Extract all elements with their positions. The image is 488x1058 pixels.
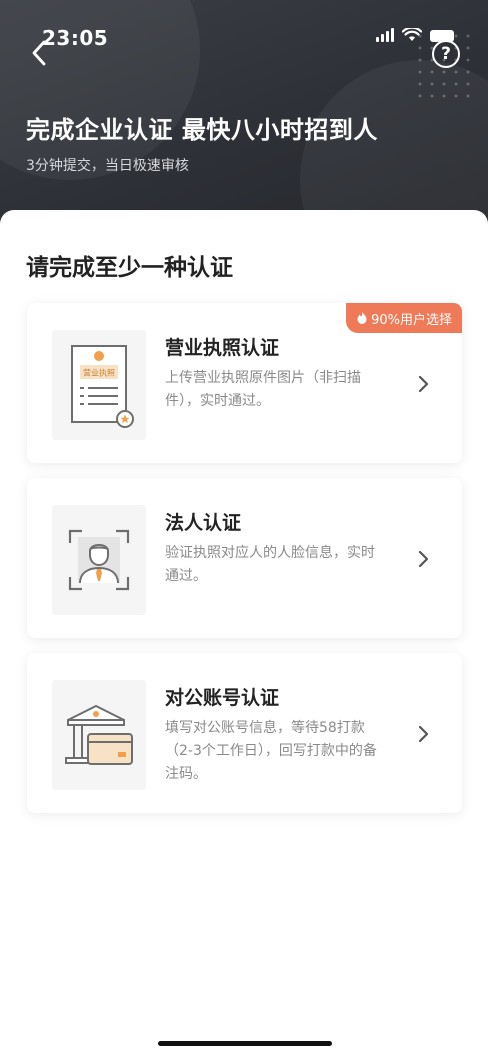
badge-text: 90%用户选择 bbox=[371, 312, 452, 328]
hero-subtitle: 3分钟提交，当日极速审核 bbox=[26, 158, 189, 174]
card-desc: 填写对公账号信息，等待58打款（2-3个工作日），回写打款中的备注码。 bbox=[165, 720, 377, 782]
bank-card-icon bbox=[65, 704, 133, 765]
chevron-right-icon bbox=[418, 725, 429, 743]
card-business-license[interactable]: 90%用户选择 营业执照 营业执照认证 上传营业执照原件图片（非扫描件），实时通… bbox=[27, 303, 462, 463]
back-icon[interactable] bbox=[28, 38, 52, 68]
card-desc: 上传营业执照原件图片（非扫描件），实时通过。 bbox=[165, 370, 361, 409]
card-title: 对公账号认证 bbox=[165, 687, 280, 709]
section-title: 请完成至少一种认证 bbox=[26, 255, 233, 281]
business-license-icon: 营业执照 bbox=[71, 345, 134, 428]
content-sheet: 请完成至少一种认证 90%用户选择 营业执照 营业执照认证 上传营业执照原件图片… bbox=[0, 210, 488, 1058]
card-desc: 验证执照对应人的人脸信息，实时通过。 bbox=[165, 545, 375, 584]
popular-badge: 90%用户选择 bbox=[346, 303, 462, 333]
help-icon[interactable]: ? bbox=[432, 40, 460, 68]
home-indicator[interactable] bbox=[158, 1041, 332, 1046]
license-label: 营业执照 bbox=[83, 368, 115, 378]
wifi-icon bbox=[402, 28, 422, 41]
card-corporate-account[interactable]: 对公账号认证 填写对公账号信息，等待58打款（2-3个工作日），回写打款中的备注… bbox=[27, 653, 462, 813]
signal-icon bbox=[376, 28, 394, 42]
header: 23:05 ? 完成企业认证 最快八小时招到人 3分钟提交，当日极速审核 bbox=[0, 0, 488, 240]
face-scan-icon bbox=[68, 529, 130, 591]
card-title: 营业执照认证 bbox=[165, 337, 280, 359]
hero-title: 完成企业认证 最快八小时招到人 bbox=[26, 116, 378, 144]
chevron-right-icon bbox=[418, 550, 429, 568]
icon-box bbox=[52, 680, 146, 790]
chevron-right-icon bbox=[418, 375, 429, 393]
icon-box bbox=[52, 505, 146, 615]
fire-icon bbox=[357, 311, 367, 324]
card-legal-person[interactable]: 法人认证 验证执照对应人的人脸信息，实时通过。 bbox=[27, 478, 462, 638]
card-title: 法人认证 bbox=[165, 512, 242, 534]
icon-box: 营业执照 bbox=[52, 330, 146, 440]
